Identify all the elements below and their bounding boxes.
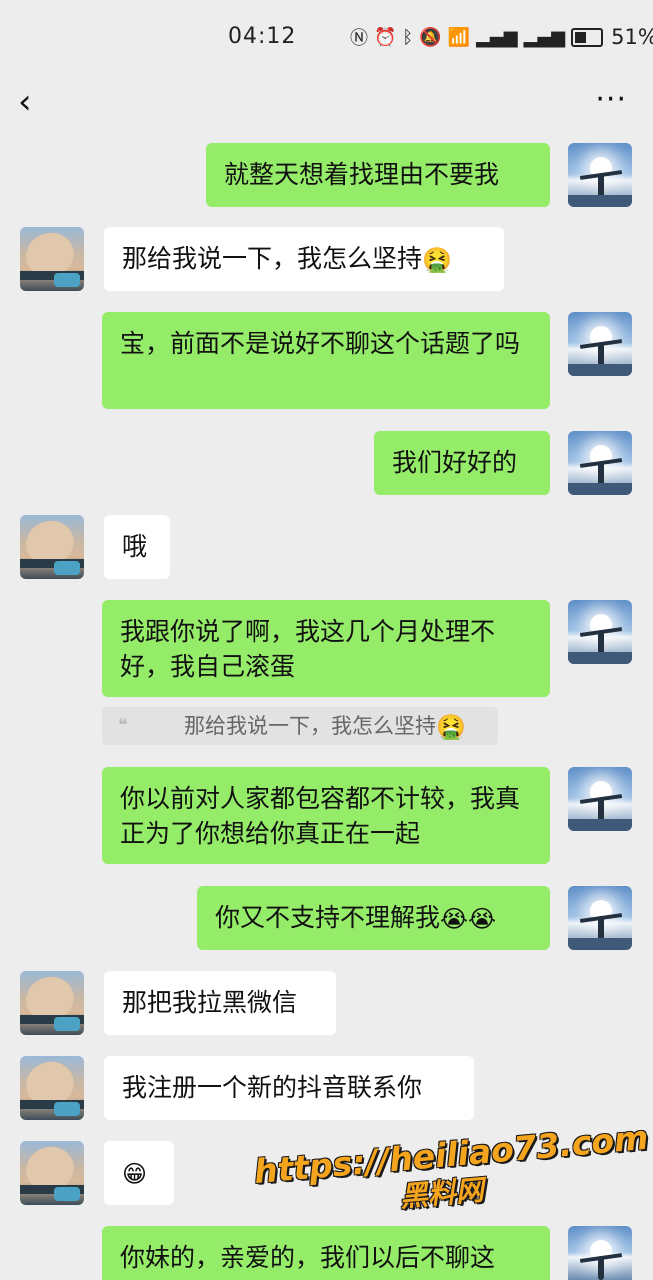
quote-text: 那给我说一下，我怎么坚持: [184, 714, 436, 738]
status-bar: 04:12 Ⓝ ⏰ ᛒ 🔕 📶 ▂▄▆ ▂▄▆ 51%: [0, 0, 653, 72]
wifi-icon: 📶: [447, 26, 471, 48]
watermark: https://heiliao73.com 黑料网: [252, 1118, 649, 1227]
more-options-icon[interactable]: ···: [595, 80, 627, 120]
message-text: 那把我拉黑微信: [122, 988, 298, 1017]
mute-icon: 🔕: [419, 26, 442, 48]
message-bubble-sent[interactable]: 我们好好的: [374, 431, 550, 495]
back-icon[interactable]: ‹: [18, 82, 32, 122]
signal-5g-icon: ▂▄▆: [476, 26, 518, 48]
message-bubble-received[interactable]: 那给我说一下，我怎么坚持🤮: [104, 227, 504, 291]
avatar-self[interactable]: [568, 1226, 632, 1280]
status-time: 04:12: [228, 24, 297, 49]
avatar-self[interactable]: [568, 767, 632, 831]
message-text: 哦: [122, 532, 148, 561]
avatar-self[interactable]: [568, 600, 632, 664]
avatar-contact[interactable]: [20, 1141, 84, 1205]
message-text: 就整天想着找理由不要我: [224, 160, 500, 189]
message-text: 你妹的，亲爱的，我们以后不聊这: [120, 1243, 496, 1272]
bluetooth-icon: ᛒ: [402, 26, 414, 48]
nfc-icon: Ⓝ: [350, 28, 368, 49]
message-text: 宝，前面不是说好不聊这个话题了吗: [120, 329, 521, 358]
message-bubble-sent[interactable]: 你妹的，亲爱的，我们以后不聊这: [102, 1226, 550, 1280]
battery-percent: 51%: [611, 25, 653, 49]
grin-emoji: 😁: [122, 1159, 148, 1188]
message-bubble-received[interactable]: 😁: [104, 1141, 174, 1205]
message-text: 你以前对人家都包容都不计较，我真正为了你想给你真正在一起: [120, 784, 521, 848]
message-bubble-sent[interactable]: 你以前对人家都包容都不计较，我真正为了你想给你真正在一起: [102, 767, 550, 864]
status-icons: Ⓝ ⏰ ᛒ 🔕 📶 ▂▄▆ ▂▄▆ 51%: [350, 24, 653, 50]
alarm-icon: ⏰: [374, 26, 397, 48]
battery-icon: [571, 27, 604, 47]
quoted-message[interactable]: ❝ 那给我说一下，我怎么坚持🤮: [102, 707, 498, 745]
vomit-emoji: 🤮: [422, 245, 452, 274]
message-bubble-sent[interactable]: 你又不支持不理解我😭😭: [197, 886, 550, 950]
message-bubble-sent[interactable]: 宝，前面不是说好不聊这个话题了吗: [102, 312, 550, 409]
crying-emoji: 😭😭: [440, 904, 497, 933]
quote-icon: ❝: [118, 715, 128, 736]
message-bubble-sent[interactable]: 就整天想着找理由不要我: [206, 143, 550, 207]
message-text: 你又不支持不理解我: [215, 903, 441, 932]
message-bubble-received[interactable]: 我注册一个新的抖音联系你: [104, 1056, 474, 1120]
vomit-emoji: 🤮: [436, 713, 466, 741]
avatar-contact[interactable]: [20, 1056, 84, 1120]
avatar-self[interactable]: [568, 886, 632, 950]
chat-header: ‹ ···: [0, 72, 653, 134]
message-text: 我注册一个新的抖音联系你: [122, 1073, 423, 1102]
message-text: 我们好好的: [392, 448, 518, 477]
avatar-self[interactable]: [568, 431, 632, 495]
message-bubble-received[interactable]: 哦: [104, 515, 170, 579]
message-bubble-sent[interactable]: 我跟你说了啊，我这几个月处理不好，我自己滚蛋: [102, 600, 550, 697]
avatar-self[interactable]: [568, 143, 632, 207]
avatar-contact[interactable]: [20, 227, 84, 291]
signal-4g-icon: ▂▄▆: [523, 26, 566, 48]
avatar-contact[interactable]: [20, 971, 84, 1035]
message-text: 我跟你说了啊，我这几个月处理不好，我自己滚蛋: [120, 617, 496, 681]
message-text: 那给我说一下，我怎么坚持: [122, 244, 423, 273]
avatar-self[interactable]: [568, 312, 632, 376]
avatar-contact[interactable]: [20, 515, 84, 579]
message-bubble-received[interactable]: 那把我拉黑微信: [104, 971, 336, 1035]
